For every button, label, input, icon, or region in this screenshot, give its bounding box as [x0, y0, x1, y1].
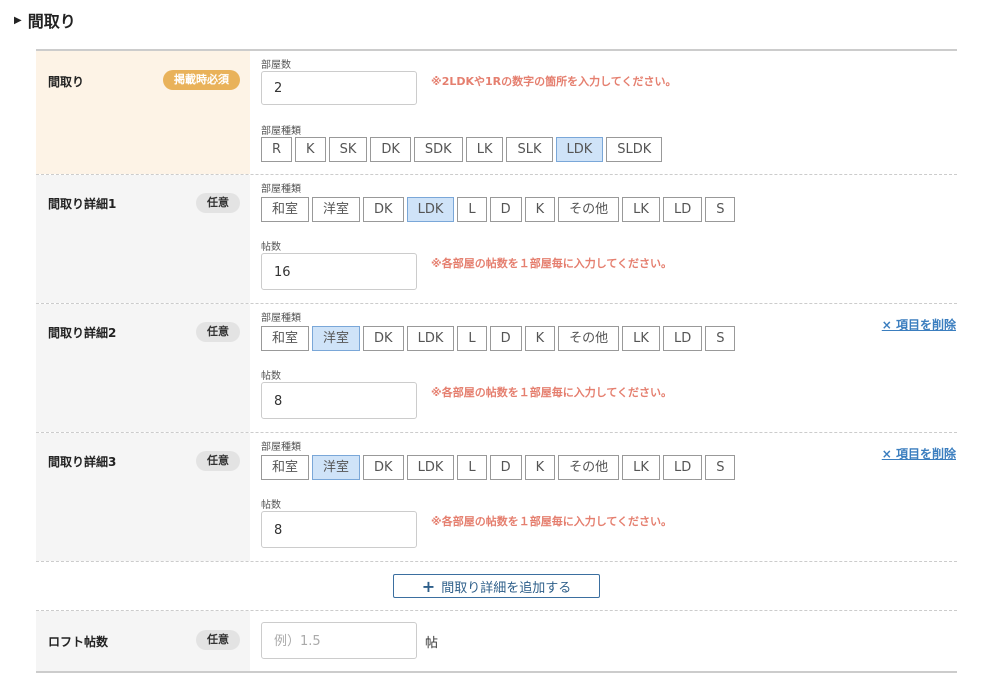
room-type-chip[interactable]: 洋室 — [312, 455, 361, 480]
room-type-chip[interactable]: K — [524, 326, 556, 351]
room-type-chip[interactable]: その他 — [558, 326, 620, 351]
room-type-chip[interactable]: 和室 — [261, 326, 310, 351]
room-type-chip[interactable]: R — [261, 137, 293, 162]
room-type-chip[interactable]: その他 — [558, 455, 620, 480]
loft-unit: 帖 — [425, 636, 439, 651]
room-type-chip[interactable]: LK — [622, 455, 660, 480]
row-title: 間取り詳細2 — [48, 326, 117, 340]
room-type-chip[interactable]: K — [295, 137, 326, 162]
delete-item-link[interactable]: × 項目を削除 — [882, 445, 956, 462]
room-type-chip[interactable]: その他 — [558, 197, 620, 222]
room-type-chips: 和室 洋室 DK LDK L D K その他 LK LD S — [261, 455, 738, 480]
room-type-chip[interactable]: L — [457, 326, 487, 351]
room-type-chip[interactable]: DK — [363, 455, 404, 480]
room-type-label: 部屋種類 — [261, 126, 301, 137]
row-title: 間取り詳細1 — [48, 197, 117, 211]
size-label: 帖数 — [261, 242, 281, 253]
size-hint: ※各部屋の帖数を１部屋毎に入力してください。 — [431, 257, 673, 270]
detail-row-head: 間取り詳細3 任意 — [36, 433, 250, 561]
room-type-label: 部屋種類 — [261, 442, 301, 453]
add-detail-row: + 間取り詳細を追加する — [36, 562, 957, 611]
triangle-right-icon: ▶ — [14, 14, 22, 26]
rooms-hint: ※2LDKや1Rの数字の箇所を入力してください。 — [431, 75, 677, 88]
room-type-chip[interactable]: LK — [622, 326, 660, 351]
size-hint: ※各部屋の帖数を１部屋毎に入力してください。 — [431, 515, 673, 528]
add-detail-label: 間取り詳細を追加する — [441, 580, 572, 596]
room-type-chip[interactable]: SLDK — [606, 137, 663, 162]
room-type-chip[interactable]: LD — [662, 326, 703, 351]
optional-badge: 任意 — [196, 193, 240, 213]
optional-badge: 任意 — [196, 451, 240, 471]
madori-row-head: 間取り 掲載時必須 — [36, 51, 250, 174]
room-type-chip[interactable]: LD — [662, 455, 703, 480]
row-title: 間取り詳細3 — [48, 455, 117, 469]
room-type-chip[interactable]: LDK — [406, 455, 455, 480]
room-type-chip[interactable]: 洋室 — [312, 326, 361, 351]
room-type-chip[interactable]: L — [457, 455, 487, 480]
room-type-chips: 和室 洋室 DK LDK L D K その他 LK LD S — [261, 326, 738, 351]
room-type-chip[interactable]: LD — [662, 197, 703, 222]
room-type-chip[interactable]: 和室 — [261, 197, 310, 222]
room-type-chip[interactable]: LDK — [406, 197, 455, 222]
room-type-chip[interactable]: LK — [622, 197, 660, 222]
room-type-chip[interactable]: SLK — [506, 137, 553, 162]
loft-row: ロフト帖数 任意 例）1.5 帖 — [36, 611, 957, 673]
rooms-input[interactable]: 2 — [261, 71, 417, 105]
room-type-label: 部屋種類 — [261, 313, 301, 324]
size-label: 帖数 — [261, 500, 281, 511]
room-type-chips: 和室 洋室 DK LDK L D K その他 LK LD S — [261, 197, 738, 222]
room-type-chip[interactable]: K — [524, 455, 556, 480]
room-type-label: 部屋種類 — [261, 184, 301, 195]
room-type-chip[interactable]: K — [524, 197, 556, 222]
madori-detail-row: 間取り詳細3 任意 部屋種類 和室 洋室 DK LDK L D K その他 LK LD S 帖数 8 ※各部屋の… — [36, 433, 957, 562]
optional-badge: 任意 — [196, 322, 240, 342]
row-title: 間取り — [48, 75, 85, 89]
room-type-chip[interactable]: SDK — [413, 137, 463, 162]
loft-input[interactable]: 例）1.5 — [261, 622, 417, 659]
room-type-chip[interactable]: S — [705, 197, 736, 222]
section-title: 間取り — [27, 12, 76, 31]
room-type-chip[interactable]: D — [489, 455, 522, 480]
optional-badge: 任意 — [196, 630, 240, 650]
room-type-chip[interactable]: LDK — [406, 326, 455, 351]
plus-icon: + — [421, 576, 436, 596]
room-type-chip[interactable]: L — [457, 197, 487, 222]
add-detail-button[interactable]: + 間取り詳細を追加する — [393, 574, 600, 598]
size-hint: ※各部屋の帖数を１部屋毎に入力してください。 — [431, 386, 673, 399]
room-type-chip[interactable]: DK — [370, 137, 411, 162]
size-input[interactable]: 16 — [261, 253, 417, 290]
size-input[interactable]: 8 — [261, 382, 417, 419]
madori-form-table: 間取り 掲載時必須 部屋数 2 ※2LDKや1Rの数字の箇所を入力してください。… — [36, 49, 957, 673]
room-type-chip[interactable]: DK — [363, 326, 404, 351]
size-label: 帖数 — [261, 371, 281, 382]
section-header[interactable]: ▶ 間取り — [14, 8, 76, 32]
room-type-chip[interactable]: D — [489, 326, 522, 351]
room-type-chip[interactable]: SK — [328, 137, 368, 162]
madori-detail-row: 間取り詳細1 任意 部屋種類 和室 洋室 DK LDK L D K その他 LK LD S 帖数 16 ※各部屋… — [36, 175, 957, 304]
detail-row-head: 間取り詳細1 任意 — [36, 175, 250, 303]
loft-row-head: ロフト帖数 任意 — [36, 611, 250, 671]
room-type-chip[interactable]: S — [705, 455, 736, 480]
room-type-chip[interactable]: LK — [465, 137, 504, 162]
detail-row-body: 部屋種類 和室 洋室 DK LDK L D K その他 LK LD S 帖数 16 ※各部屋の帖数を１部屋毎… — [250, 175, 957, 303]
row-title: ロフト帖数 — [48, 635, 109, 649]
madori-row: 間取り 掲載時必須 部屋数 2 ※2LDKや1Rの数字の箇所を入力してください。… — [36, 51, 957, 175]
madori-detail-row: 間取り詳細2 任意 部屋種類 和室 洋室 DK LDK L D K その他 LK LD S 帖数 8 ※各部屋の… — [36, 304, 957, 433]
detail-row-body: 部屋種類 和室 洋室 DK LDK L D K その他 LK LD S 帖数 8 ※各部屋の帖数を１部屋毎に… — [250, 304, 957, 432]
rooms-label: 部屋数 — [261, 60, 291, 71]
room-type-chip[interactable]: D — [489, 197, 522, 222]
required-badge: 掲載時必須 — [163, 70, 240, 90]
room-type-chips: R K SK DK SDK LK SLK LDK SLDK — [261, 137, 665, 162]
loft-row-body: 例）1.5 帖 — [250, 611, 957, 671]
room-type-chip[interactable]: 和室 — [261, 455, 310, 480]
room-type-chip[interactable]: DK — [363, 197, 404, 222]
room-type-chip[interactable]: 洋室 — [312, 197, 361, 222]
room-type-chip[interactable]: LDK — [555, 137, 604, 162]
size-input[interactable]: 8 — [261, 511, 417, 548]
detail-row-head: 間取り詳細2 任意 — [36, 304, 250, 432]
delete-item-link[interactable]: × 項目を削除 — [882, 316, 956, 333]
madori-row-body: 部屋数 2 ※2LDKや1Rの数字の箇所を入力してください。 部屋種類 R K SK… — [250, 51, 957, 174]
room-type-chip[interactable]: S — [705, 326, 736, 351]
detail-row-body: 部屋種類 和室 洋室 DK LDK L D K その他 LK LD S 帖数 8 ※各部屋の帖数を１部屋毎に… — [250, 433, 957, 561]
